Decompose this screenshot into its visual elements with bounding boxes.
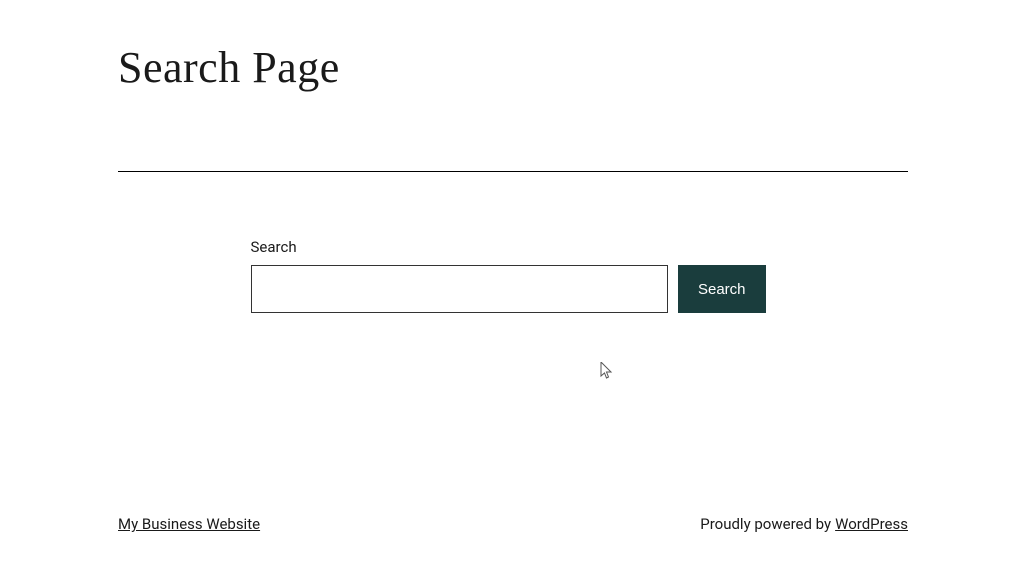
search-button[interactable]: Search [678, 265, 766, 313]
footer-right: Proudly powered by WordPress [700, 515, 908, 533]
footer-inner: My Business Website Proudly powered by W… [118, 515, 908, 533]
search-input[interactable] [251, 265, 668, 313]
page-title: Search Page [118, 42, 908, 93]
search-wrapper: Search Search [251, 238, 766, 313]
divider [118, 171, 908, 172]
wordpress-link[interactable]: WordPress [835, 515, 908, 533]
search-row: Search [251, 265, 766, 313]
site-link[interactable]: My Business Website [118, 515, 260, 533]
main-container: Search Page Search Search [118, 42, 908, 313]
search-section: Search Search [118, 238, 908, 313]
footer: My Business Website Proudly powered by W… [0, 515, 1030, 533]
cursor-icon [600, 362, 614, 380]
search-label: Search [251, 238, 766, 256]
powered-by-text: Proudly powered by [700, 515, 831, 533]
